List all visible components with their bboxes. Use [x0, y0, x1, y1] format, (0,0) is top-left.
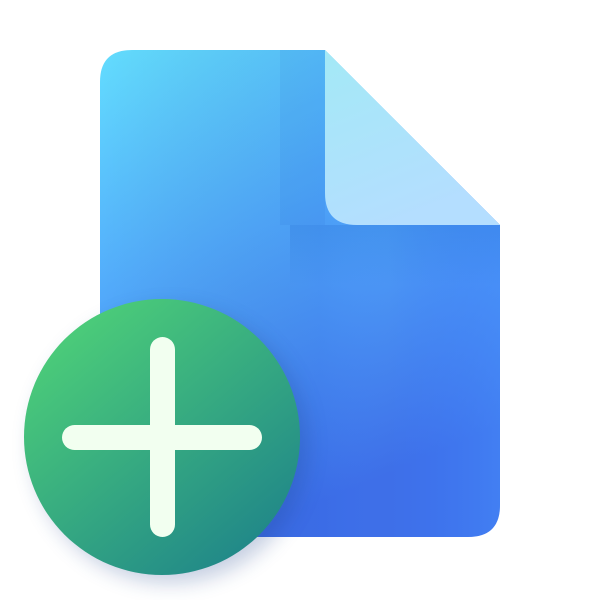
document-fold [325, 50, 500, 225]
new-document-graphic [24, 50, 500, 583]
new-document-icon [0, 0, 600, 600]
fold-shadow-left [280, 50, 325, 225]
fold-shadow [290, 225, 500, 285]
